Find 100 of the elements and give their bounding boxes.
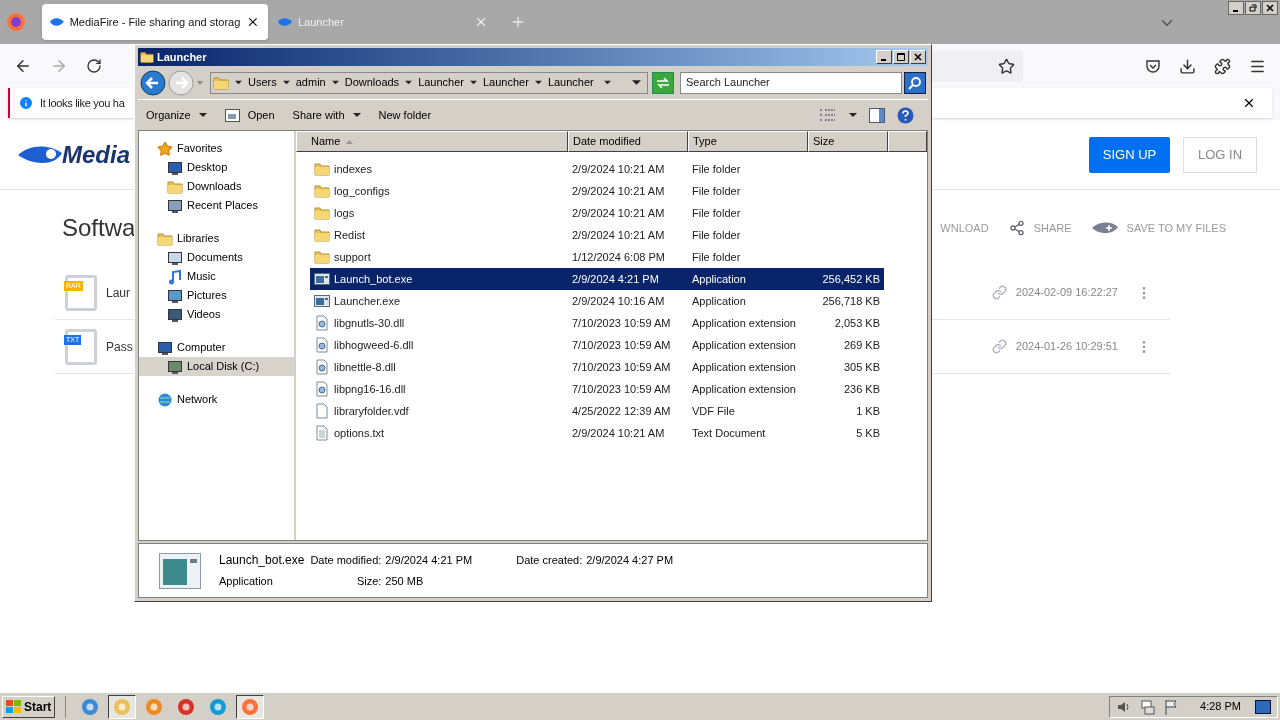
browser-tab[interactable]: MediaFire - File sharing and storag [42, 4, 268, 40]
file-row[interactable]: support 1/12/2024 6:08 PM File folder [310, 246, 884, 268]
nav-item[interactable]: Documents [139, 248, 294, 267]
caret-icon[interactable] [534, 79, 542, 86]
view-list-icon[interactable] [819, 108, 837, 122]
folder-heading: Softwa [62, 213, 136, 243]
nav-item[interactable]: Music [139, 267, 294, 286]
date-cell-text: 2/9/2024 10:21 AM [571, 161, 666, 177]
taskbar-app[interactable] [236, 694, 265, 719]
share-icon [1008, 220, 1025, 236]
file-name[interactable]: Pass [106, 337, 133, 356]
file-row[interactable]: logs 2/9/2024 10:21 AM File folder [310, 202, 884, 224]
file-row[interactable]: libhogweed-6.dll 7/10/2023 10:59 AM Application extension 269 KB [310, 334, 884, 356]
caret-icon[interactable] [235, 79, 242, 86]
preview-pane-icon[interactable] [869, 107, 885, 123]
close-icon[interactable] [1242, 96, 1256, 110]
minimize-icon[interactable] [1228, 1, 1244, 15]
log-in-button[interactable]: LOG IN [1183, 136, 1257, 173]
nav-item[interactable]: Desktop [139, 158, 294, 177]
search-button[interactable] [904, 71, 926, 94]
file-date: 2024-02-09 16:22:27 [1015, 285, 1118, 301]
file-row[interactable]: log_configs 2/9/2024 10:21 AM File folder [310, 180, 884, 202]
size-cell-text: 256,452 KB [821, 271, 881, 287]
clock[interactable]: 4:28 PM [1200, 698, 1241, 715]
nav-item[interactable]: Videos [139, 305, 294, 324]
reload-icon[interactable] [86, 58, 102, 74]
file-name: libhogweed-6.dll [334, 337, 414, 353]
nav-item[interactable]: Computer [139, 338, 294, 357]
bookmark-star-icon[interactable] [998, 57, 1015, 75]
type-cell-text: Application extension [691, 315, 797, 331]
network-icon[interactable] [1140, 698, 1157, 715]
type-cell-text: Application extension [691, 381, 797, 397]
nav-item[interactable]: Downloads [139, 177, 294, 196]
flag-icon[interactable] [1164, 698, 1179, 715]
breadcrumb-item[interactable]: Downloads [344, 74, 400, 91]
file-row[interactable]: libgnutls-30.dll 7/10/2023 10:59 AM Application extension 2,053 KB [310, 312, 884, 334]
date-cell-text: 2/9/2024 10:21 AM [571, 183, 666, 199]
date-cell-text: 4/25/2022 12:39 AM [571, 403, 672, 419]
start-button[interactable]: Start [2, 695, 56, 718]
nav-item[interactable]: Network [139, 390, 294, 409]
maximize-icon[interactable] [893, 50, 909, 64]
column-header[interactable]: Size [808, 131, 888, 152]
type-cell-text: Application extension [691, 337, 797, 353]
file-row[interactable]: options.txt 2/9/2024 10:21 AM Text Document 5 KB [310, 422, 884, 444]
taskbar-app[interactable] [108, 694, 137, 719]
breadcrumb-item[interactable]: Launcher [418, 74, 464, 91]
sign-up-button[interactable]: SIGN UP [1089, 136, 1170, 173]
file-row[interactable]: Redist 2/9/2024 10:21 AM File folder [310, 224, 884, 246]
file-name: Launch_bot.exe [334, 271, 413, 287]
breadcrumb-item[interactable]: Users [248, 74, 277, 91]
caret-icon[interactable] [603, 79, 611, 86]
help-icon[interactable] [897, 106, 914, 124]
toolbar-button[interactable]: Organize [146, 106, 207, 124]
pocket-icon[interactable] [1145, 58, 1161, 74]
breadcrumb-item[interactable]: Launcher [547, 74, 594, 91]
caret-icon[interactable] [849, 111, 857, 119]
file-row[interactable]: libraryfolder.vdf 4/25/2022 12:39 AM VDF File 1 KB [310, 400, 884, 422]
nav-item[interactable]: Local Disk (C:) [139, 357, 294, 376]
show-desktop-button[interactable] [1255, 699, 1271, 714]
search-field[interactable]: Search Launcher [680, 71, 902, 94]
restore-icon[interactable] [1245, 1, 1261, 15]
date-cell-text: 2/9/2024 10:16 AM [571, 293, 666, 309]
detail-name: Launch_bot.exe [219, 552, 306, 570]
application-icon [314, 293, 330, 309]
download-icon[interactable] [1179, 57, 1196, 75]
nav-item[interactable]: Libraries [139, 229, 294, 248]
file-name[interactable]: Laur [106, 283, 131, 302]
breadcrumb-item[interactable]: admin [295, 74, 326, 91]
caret-icon[interactable] [470, 79, 477, 86]
caret-icon[interactable] [405, 79, 413, 86]
close-icon[interactable] [1262, 1, 1278, 15]
toolbar-button[interactable]: New folder [378, 106, 432, 124]
caret-icon[interactable] [331, 79, 339, 86]
address-field[interactable]: Users admin Downloads Launcher Launcher Launcher [210, 71, 648, 94]
breadcrumb-item[interactable]: Launcher [483, 74, 529, 91]
toolbar-button[interactable]: Share with [292, 106, 361, 124]
file-row[interactable]: Launch_bot.exe 2/9/2024 4:21 PM Application 256,452 KB [310, 268, 884, 290]
back-icon[interactable] [140, 69, 166, 96]
file-name: log_configs [334, 183, 390, 199]
detail-value: 250 MB [385, 574, 425, 590]
nav-item[interactable]: Recent Places [139, 196, 294, 215]
column-header[interactable]: Type [688, 131, 808, 152]
refresh-button[interactable] [652, 71, 674, 94]
address-bar[interactable] [931, 50, 1023, 82]
gear-document-icon [314, 359, 330, 375]
column-header[interactable]: Name [296, 131, 568, 152]
toolbar-button[interactable]: Open [224, 106, 275, 124]
back-icon[interactable] [14, 57, 32, 75]
extensions-icon[interactable] [1214, 57, 1231, 75]
nav-item[interactable]: Pictures [139, 286, 294, 305]
file-row[interactable]: indexes 2/9/2024 10:21 AM File folder [310, 158, 884, 180]
column-header[interactable]: Date modified [568, 131, 688, 152]
caret-icon[interactable] [282, 79, 290, 86]
close-icon[interactable] [246, 15, 260, 29]
file-row[interactable]: libnettle-8.dll 7/10/2023 10:59 AM Application extension 305 KB [310, 356, 884, 378]
file-row[interactable]: Launcher.exe 2/9/2024 10:16 AM Application 256,718 KB [310, 290, 884, 312]
file-row[interactable]: libpng16-16.dll 7/10/2023 10:59 AM Application extension 236 KB [310, 378, 884, 400]
nav-item[interactable]: Favorites [139, 139, 294, 158]
size-cell-text: 269 KB [842, 337, 881, 353]
file-name: options.txt [334, 425, 385, 441]
